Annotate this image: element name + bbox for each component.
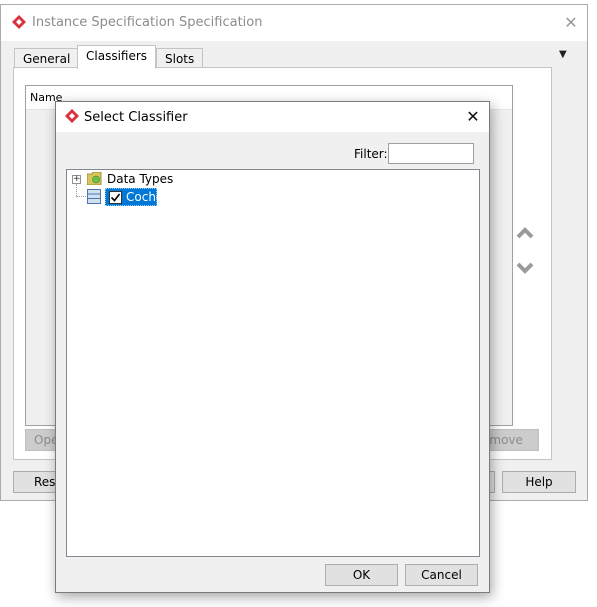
select-classifier-dialog: Select Classifier ✕ Filter: + Data Types… [55,101,490,593]
class-icon [87,189,101,204]
tab-classifiers[interactable]: Classifiers [77,45,157,69]
cancel-button[interactable]: Cancel [405,564,478,586]
dialog-title: Select Classifier [84,110,188,125]
tree-line [76,184,77,196]
tree-item-data-types[interactable]: Data Types [107,172,173,186]
dialog-title-bar: Select Classifier ✕ [56,102,489,132]
tab-menu-arrow-icon[interactable]: ▼ [559,49,567,60]
move-up-icon[interactable] [515,227,535,241]
ok-button[interactable]: OK [325,564,398,586]
tab-slots[interactable]: Slots [156,48,204,69]
visual-paradigm-icon [65,109,79,123]
tree-line [76,196,86,197]
tree-item-label: Coche [126,190,164,204]
move-down-icon[interactable] [515,262,535,276]
close-icon[interactable]: ✕ [462,106,484,128]
tree-item-coche[interactable]: Coche [105,188,163,206]
help-button[interactable]: Help [502,471,576,493]
classifier-tree[interactable]: + Data Types Coche [66,169,480,557]
main-window-title: Instance Specification Specification [32,15,263,30]
close-icon[interactable]: ✕ [561,13,581,33]
visual-paradigm-icon [12,15,26,29]
checkbox-checked[interactable] [109,191,122,204]
main-title-bar: Instance Specification Specification ✕ [1,5,587,41]
package-folder-icon [87,172,102,185]
filter-input[interactable] [388,143,474,164]
filter-label: Filter: [354,147,388,161]
expand-icon[interactable]: + [72,175,81,184]
tab-general[interactable]: General [14,48,80,69]
